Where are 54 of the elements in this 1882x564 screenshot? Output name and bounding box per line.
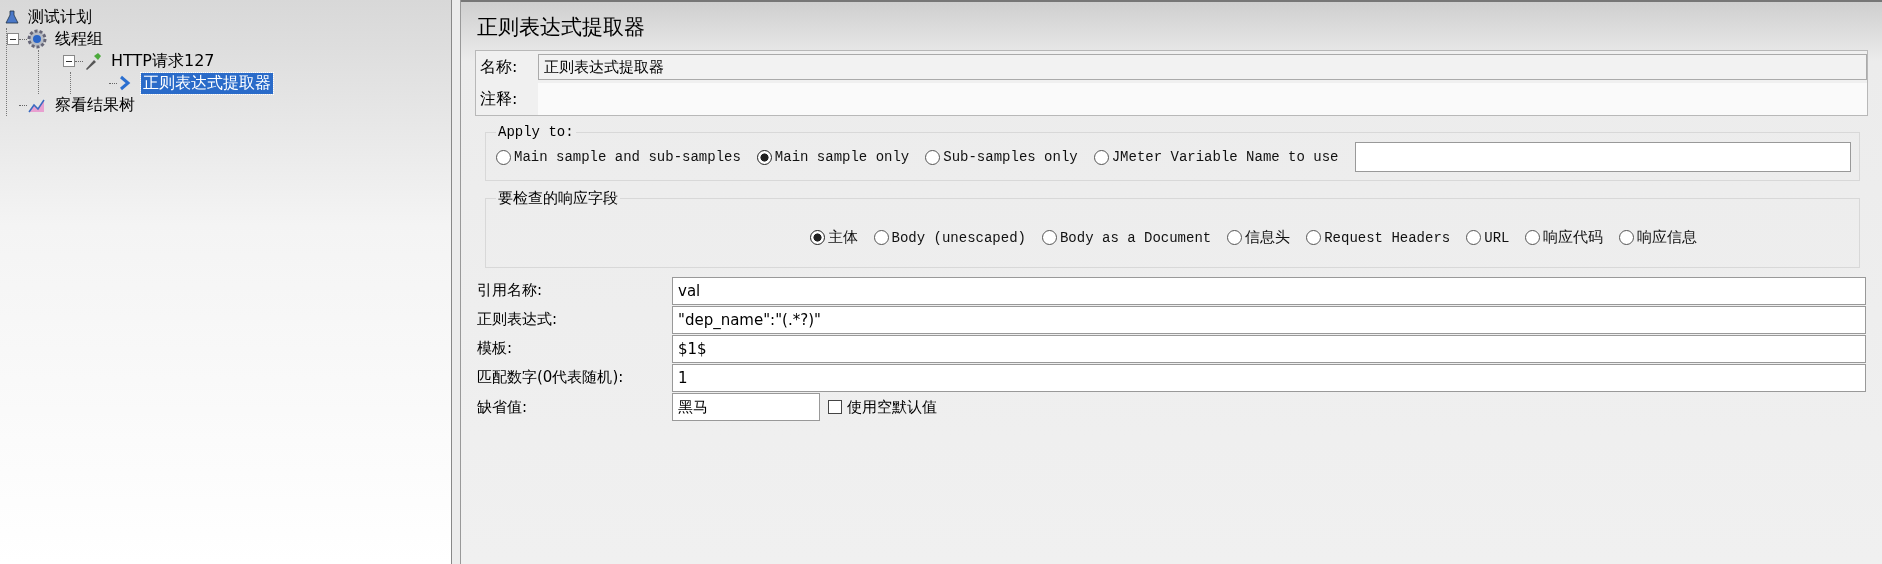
radio-button[interactable]: Main sample and sub-samples: [496, 149, 741, 165]
text-field[interactable]: $1$: [672, 334, 1866, 363]
radio-icon[interactable]: [1619, 230, 1635, 245]
field-label: 匹配数字(0代表随机):: [476, 368, 625, 387]
radio-icon[interactable]: [1041, 230, 1057, 245]
text-field[interactable]: 1: [672, 363, 1866, 392]
radio-button[interactable]: 信息头: [1227, 228, 1291, 247]
radio-button[interactable]: Main sample only: [756, 149, 910, 165]
radio-icon[interactable]: [1525, 230, 1541, 245]
field-label: 注释:: [480, 88, 519, 110]
field-label: 正则表达式:: [476, 310, 559, 329]
radio-button[interactable]: URL: [1466, 229, 1510, 246]
radio-icon[interactable]: [1227, 230, 1243, 245]
tree-item[interactable]: 察看结果树: [53, 94, 137, 116]
text-field[interactable]: 黑马: [672, 393, 820, 421]
pipette-icon: [83, 51, 103, 71]
group-title: 要检查的响应字段: [497, 189, 619, 208]
radio-icon[interactable]: [925, 149, 941, 165]
radio-button[interactable]: Request Headers: [1306, 229, 1451, 246]
field-label: 名称:: [480, 56, 519, 78]
radio-icon[interactable]: [873, 230, 889, 245]
tree-item[interactable]: 正则表达式提取器: [141, 72, 273, 94]
splitter-bar[interactable]: [452, 0, 461, 564]
radio-icon[interactable]: [1466, 230, 1482, 245]
text-field[interactable]: "dep_name":"(.*?)": [672, 305, 1866, 334]
radio-icon[interactable]: [1306, 230, 1322, 245]
radio-button[interactable]: JMeter Variable Name to use: [1093, 149, 1339, 165]
field-label: 引用名称:: [476, 281, 544, 300]
tree-item[interactable]: HTTP请求127: [109, 50, 217, 72]
radio-icon[interactable]: [756, 149, 772, 165]
text-field[interactable]: val: [672, 276, 1866, 305]
comment-field[interactable]: [538, 83, 1867, 115]
collapse-icon[interactable]: [63, 55, 75, 67]
radio-icon[interactable]: [1093, 149, 1109, 165]
radio-button[interactable]: 响应代码: [1525, 228, 1604, 247]
radio-button[interactable]: 主体: [809, 228, 858, 247]
checkbox[interactable]: 使用空默认值: [828, 397, 937, 417]
field-label: 模板:: [476, 339, 514, 358]
radio-button[interactable]: Body (unescaped): [873, 229, 1026, 246]
tree-item[interactable]: 测试计划: [26, 6, 94, 28]
radio-button[interactable]: Sub-samples only: [925, 149, 1078, 165]
radio-button[interactable]: 响应信息: [1619, 228, 1698, 247]
panel-title: 正则表达式提取器: [476, 14, 645, 41]
name-field[interactable]: 正则表达式提取器: [538, 54, 1867, 80]
gear-icon: [27, 29, 47, 49]
tree-item[interactable]: 线程组: [53, 28, 105, 50]
radio-icon[interactable]: [496, 149, 511, 165]
flask-icon: [4, 9, 20, 25]
group-title: Apply to:: [497, 124, 575, 140]
radio-button[interactable]: Body as a Document: [1041, 229, 1212, 246]
field-label: 缺省值:: [476, 397, 529, 417]
radio-icon[interactable]: [809, 230, 825, 245]
variable-name-field[interactable]: [1354, 142, 1851, 172]
collapse-icon[interactable]: [7, 33, 19, 45]
